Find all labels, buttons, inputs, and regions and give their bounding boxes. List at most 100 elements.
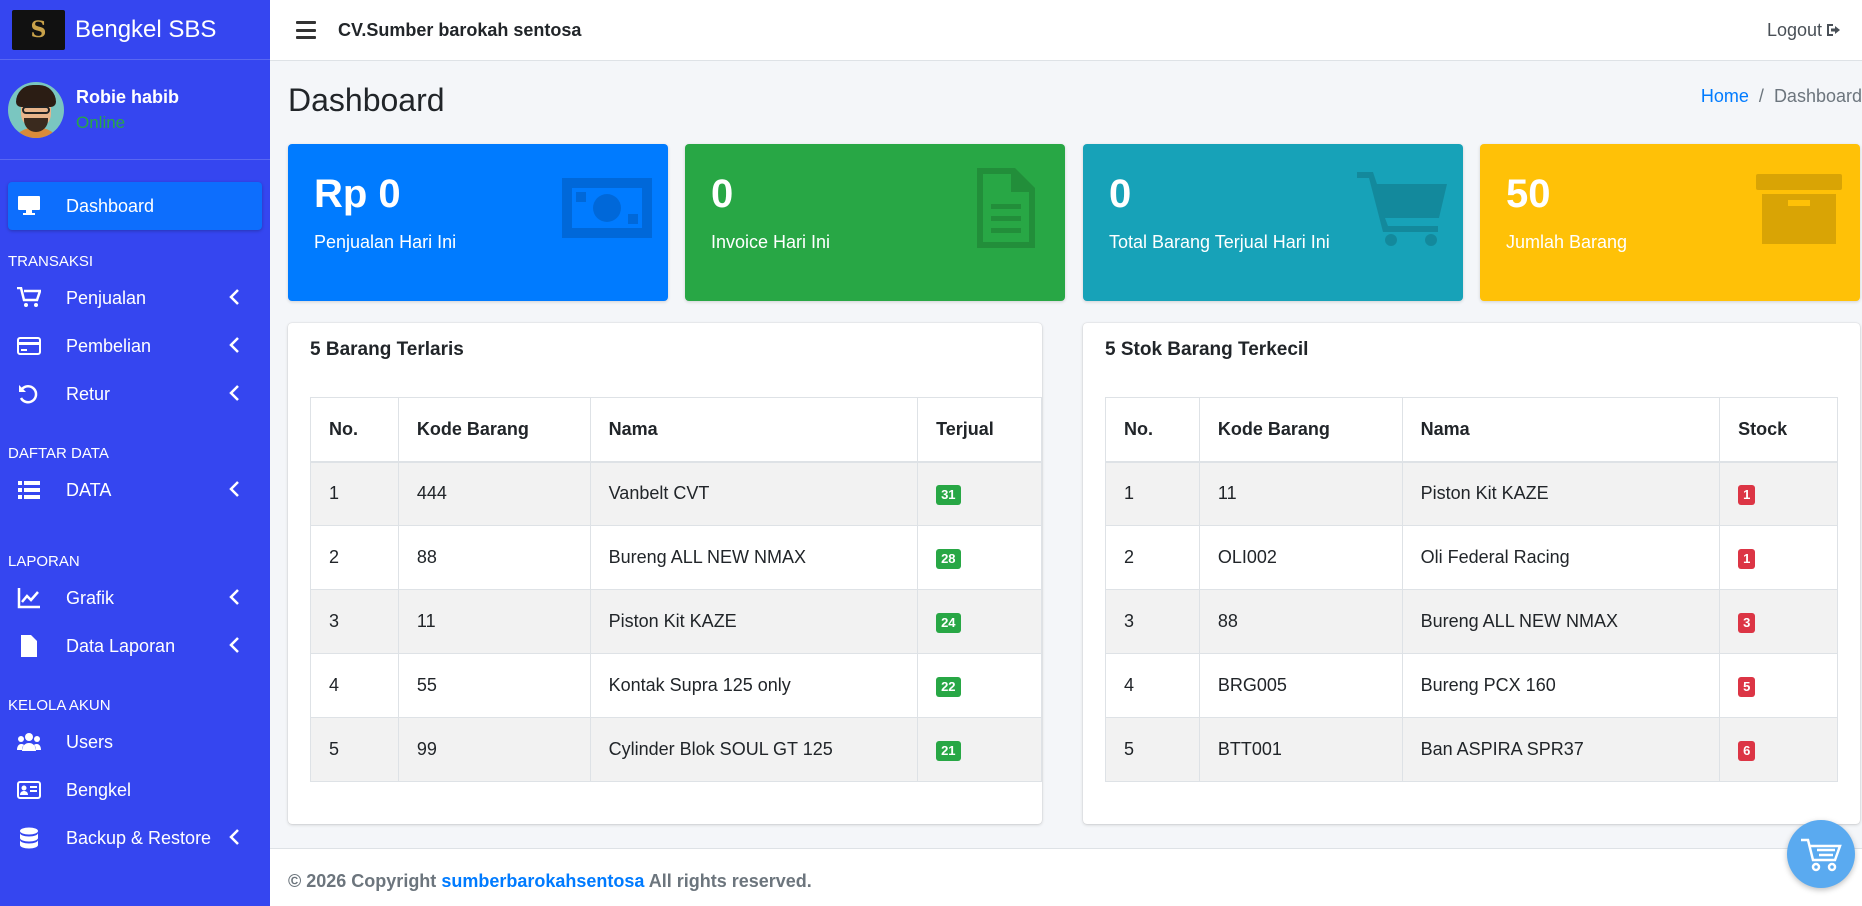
cell-terjual: 31 (917, 461, 1042, 526)
sidebar-item-dashboard[interactable]: Dashboard (8, 182, 262, 230)
cell-no: 5 (310, 717, 399, 782)
cell-nama: Piston Kit KAZE (1401, 461, 1721, 526)
stat-label: Penjualan Hari Ini (314, 232, 457, 252)
table-row: 3 88 Bureng ALL NEW NMAX 3 (1105, 589, 1838, 654)
terjual-badge: 31 (936, 484, 961, 505)
user-panel: Robie habib Online (0, 60, 270, 160)
sidebar-item-backup-restore[interactable]: Backup & Restore (8, 814, 262, 862)
cell-no: 4 (1105, 653, 1200, 718)
sidebar-item-penjualan[interactable]: Penjualan (8, 274, 262, 322)
sign-out-icon (1827, 24, 1840, 36)
stat-value: 0 (1109, 172, 1132, 216)
card-stok-terkecil: 5 Stok Barang Terkecil No. Kode Barang N… (1083, 323, 1860, 824)
chevron-left-icon (228, 636, 244, 656)
table-row: 1 11 Piston Kit KAZE 1 (1105, 461, 1838, 526)
breadcrumb-home-link[interactable]: Home (1701, 86, 1749, 106)
table-row: 3 11 Piston Kit KAZE 24 (310, 589, 1042, 654)
cell-no: 4 (310, 653, 399, 718)
floating-cart-button[interactable] (1787, 820, 1855, 888)
stat-label: Jumlah Barang (1506, 232, 1628, 252)
table-header: Kode Barang (397, 397, 591, 463)
cell-nama: Oli Federal Racing (1401, 525, 1721, 590)
stock-badge: 5 (1738, 676, 1756, 697)
sidebar-item-retur[interactable]: Retur (8, 370, 262, 418)
sidebar-item-label: DATA (66, 479, 112, 500)
sidebar-item-label: Penjualan (66, 287, 147, 308)
sidebar-item-data-laporan[interactable]: Data Laporan (8, 622, 262, 670)
stat-value: Rp 0 (314, 172, 401, 216)
table-header: Nama (589, 397, 919, 463)
sidebar: S Bengkel SBS Robie habib Online Dashboa… (0, 0, 270, 906)
hamburger-menu-icon[interactable] (296, 21, 316, 39)
sidebar-item-data[interactable]: DATA (8, 466, 262, 514)
chevron-left-icon (228, 336, 244, 356)
nav-header-daftar-data: DAFTAR DATA (8, 445, 109, 462)
user-status: Online (76, 112, 126, 132)
credit-card-icon (16, 335, 42, 357)
brand-link[interactable]: S Bengkel SBS (0, 0, 270, 60)
company-name: CV.Sumber barokah sentosa (338, 19, 582, 40)
sidebar-item-bengkel[interactable]: Bengkel (8, 766, 262, 814)
sidebar-item-label: Pembelian (66, 335, 152, 356)
stock-badge: 1 (1738, 484, 1756, 505)
stat-label: Invoice Hari Ini (711, 232, 831, 252)
cell-stock: 6 (1719, 717, 1838, 782)
table-barang-terlaris: No. Kode Barang Nama Terjual 1 444 Vanbelt… (310, 397, 1042, 782)
chevron-left-icon (228, 288, 244, 308)
cell-stock: 3 (1719, 589, 1838, 654)
stock-badge: 3 (1738, 612, 1756, 633)
cell-terjual: 22 (917, 653, 1042, 718)
content-header: Dashboard Home / Dashboard (288, 76, 1862, 126)
sidebar-item-label: Backup & Restore (66, 827, 212, 848)
sidebar-item-label: Bengkel (66, 779, 132, 800)
cell-terjual: 24 (917, 589, 1042, 654)
file-alt-icon (959, 168, 1049, 248)
sidebar-item-users[interactable]: Users (8, 718, 262, 766)
archive-icon (1754, 168, 1844, 248)
logout-label: Logout (1766, 19, 1822, 40)
brand-logo: S (12, 9, 65, 50)
sidebar-item-label: Users (66, 731, 114, 752)
sidebar-item-label: Data Laporan (66, 635, 176, 656)
stat-label: Total Barang Terjual Hari Ini (1109, 232, 1330, 252)
users-icon (16, 731, 42, 753)
database-icon (16, 827, 42, 849)
page-title: Dashboard (288, 82, 445, 118)
cell-stock: 1 (1719, 525, 1838, 590)
cell-kode: 11 (1198, 461, 1403, 526)
chevron-left-icon (228, 828, 244, 848)
avatar[interactable] (8, 81, 64, 138)
terjual-badge: 22 (936, 676, 961, 697)
table-header: No. (310, 397, 399, 463)
footer: © 2026 Copyright sumberbarokahsentosa Al… (270, 848, 1862, 906)
stat-box-invoice: 0 Invoice Hari Ini (685, 144, 1065, 301)
table-row: 5 BTT001 Ban ASPIRA SPR37 6 (1105, 717, 1838, 782)
terjual-badge: 24 (936, 612, 961, 633)
cell-kode: 11 (397, 589, 591, 654)
cell-kode: OLI002 (1198, 525, 1403, 590)
cell-nama: Bureng PCX 160 (1401, 653, 1721, 718)
id-card-icon (16, 779, 42, 801)
user-name[interactable]: Robie habib (76, 87, 179, 108)
sidebar-item-pembelian[interactable]: Pembelian (8, 322, 262, 370)
nav-header-kelola-akun: KELOLA AKUN (8, 697, 111, 714)
money-bill-icon (562, 168, 652, 248)
cell-nama: Ban ASPIRA SPR37 (1401, 717, 1721, 782)
cell-kode: 55 (397, 653, 591, 718)
table-header: No. (1105, 397, 1200, 463)
sidebar-item-grafik[interactable]: Grafik (8, 574, 262, 622)
chevron-left-icon (228, 588, 244, 608)
table-row: 2 88 Bureng ALL NEW NMAX 28 (310, 525, 1042, 590)
cell-kode: 88 (1198, 589, 1403, 654)
footer-link[interactable]: sumberbarokahsentosa (441, 871, 644, 891)
logout-button[interactable]: Logout (1767, 20, 1842, 41)
card-title: 5 Barang Terlaris (310, 339, 464, 360)
cell-no: 2 (310, 525, 399, 590)
table-row: 2 OLI002 Oli Federal Racing 1 (1105, 525, 1838, 590)
list-icon (16, 479, 42, 501)
stat-value: 50 (1506, 172, 1551, 216)
cart-icon (1801, 838, 1842, 872)
brand-name: Bengkel SBS (75, 15, 217, 43)
cell-kode: BRG005 (1198, 653, 1403, 718)
cell-terjual: 21 (917, 717, 1042, 782)
